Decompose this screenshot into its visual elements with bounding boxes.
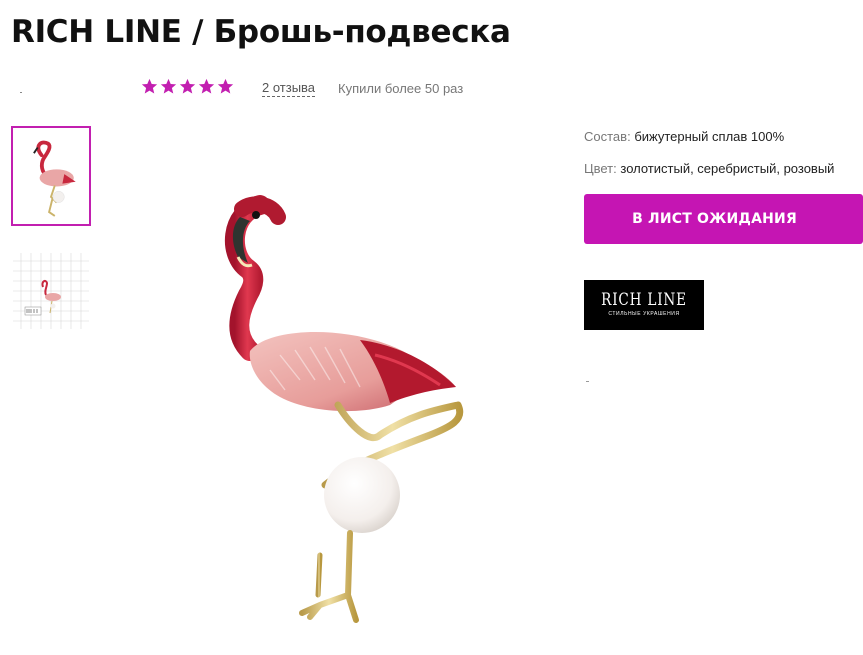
product-title: RICH LINE / Брошь-подвеска xyxy=(11,14,511,50)
flamingo-brooch-image xyxy=(224,195,464,623)
gallery-thumbnail-2[interactable] xyxy=(13,253,89,329)
gallery-thumbnail-1[interactable] xyxy=(11,126,91,226)
waitlist-button[interactable]: В лист ожидания xyxy=(584,194,863,244)
main-product-image[interactable] xyxy=(160,165,540,635)
brand-logo[interactable]: RICH LINE стильные украшения xyxy=(584,280,704,330)
divider-dash xyxy=(586,381,589,382)
brand-logo-name: RICH LINE xyxy=(601,290,687,310)
composition-spec: Состав: бижутерный сплав 100% xyxy=(584,129,784,144)
star-icon xyxy=(141,78,158,94)
reviews-link[interactable]: 2 отзыва xyxy=(262,80,316,97)
star-icon xyxy=(179,78,196,94)
brand-logo-tagline: стильные украшения xyxy=(608,311,680,317)
color-label: Цвет: xyxy=(584,161,617,176)
color-spec: Цвет: золотистый, серебристый, розовый xyxy=(584,161,834,176)
flamingo-thumbnail-image xyxy=(33,140,76,217)
star-icon xyxy=(160,78,177,94)
composition-value: бижутерный сплав 100% xyxy=(634,129,785,144)
divider-dot xyxy=(20,92,22,93)
composition-label: Состав: xyxy=(584,129,631,144)
rating-stars[interactable] xyxy=(141,78,234,95)
color-value: золотистый, серебристый, розовый xyxy=(620,161,835,176)
purchases-count: Купили более 50 раз xyxy=(338,81,464,96)
size-grid-thumbnail-image xyxy=(13,253,89,329)
star-icon xyxy=(198,78,215,94)
star-icon xyxy=(217,78,234,94)
